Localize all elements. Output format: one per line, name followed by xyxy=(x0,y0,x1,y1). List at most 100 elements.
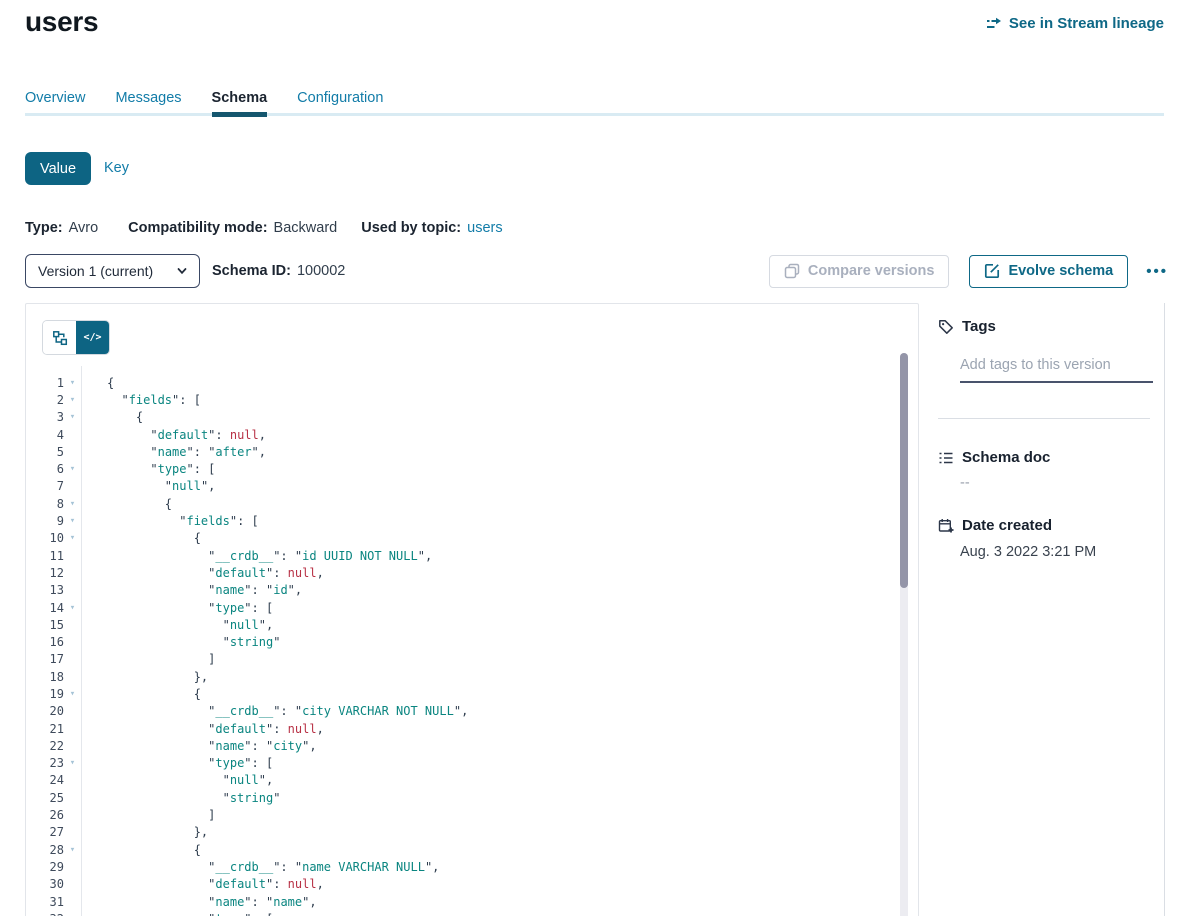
compatibility-label: Compatibility mode: xyxy=(128,220,267,236)
more-options-button[interactable]: ••• xyxy=(1142,263,1172,280)
tags-input[interactable] xyxy=(960,357,1153,383)
tab-configuration[interactable]: Configuration xyxy=(297,90,383,113)
code-text: "name": "name", xyxy=(81,895,317,909)
code-line: 13 "name": "id", xyxy=(26,582,898,599)
line-number: 8 xyxy=(26,497,64,511)
tab-schema[interactable]: Schema xyxy=(212,90,268,113)
code-text: { xyxy=(81,531,201,545)
code-text: { xyxy=(81,497,172,511)
line-number: 4 xyxy=(26,428,64,442)
code-text: }, xyxy=(81,825,208,839)
code-line: 30 "default": null, xyxy=(26,876,898,893)
tab-label: Overview xyxy=(25,90,85,106)
code-line: 3▾ { xyxy=(26,409,898,426)
code-text: "null", xyxy=(81,773,273,787)
calendar-plus-icon xyxy=(938,518,954,534)
code-line: 21 "default": null, xyxy=(26,720,898,737)
line-number: 22 xyxy=(26,739,64,753)
tag-icon xyxy=(938,319,954,335)
code-text: "default": null, xyxy=(81,722,324,736)
code-line: 5 "name": "after", xyxy=(26,443,898,460)
compare-versions-label: Compare versions xyxy=(808,263,935,279)
lineage-link-label: See in Stream lineage xyxy=(1009,15,1164,32)
schema-doc-value: -- xyxy=(960,475,970,491)
tab-label: Schema xyxy=(212,90,268,106)
fold-toggle-icon[interactable]: ▾ xyxy=(64,395,81,405)
used-by-topic-label: Used by topic: xyxy=(361,220,461,236)
code-text: { xyxy=(81,376,114,390)
code-line: 2▾ "fields": [ xyxy=(26,391,898,408)
line-number: 13 xyxy=(26,583,64,597)
editor-scrollbar[interactable] xyxy=(900,353,908,916)
code-line: 15 "null", xyxy=(26,616,898,633)
fold-toggle-icon[interactable]: ▾ xyxy=(64,845,81,855)
fold-toggle-icon[interactable]: ▾ xyxy=(64,499,81,509)
evolve-schema-button[interactable]: Evolve schema xyxy=(969,255,1128,288)
code-text: ] xyxy=(81,808,215,822)
code-line: 32▾ "type": [ xyxy=(26,910,898,916)
code-text: "__crdb__": "id UUID NOT NULL", xyxy=(81,549,432,563)
fold-toggle-icon[interactable]: ▾ xyxy=(64,516,81,526)
tab-label: Configuration xyxy=(297,90,383,106)
line-number: 14 xyxy=(26,601,64,615)
compare-versions-button[interactable]: Compare versions xyxy=(769,255,950,288)
see-in-stream-lineage-link[interactable]: See in Stream lineage xyxy=(986,15,1164,32)
code-text: "type": [ xyxy=(81,462,215,476)
line-number: 25 xyxy=(26,791,64,805)
code-line: 24 "null", xyxy=(26,772,898,789)
value-toggle-button[interactable]: Value xyxy=(25,152,91,185)
fold-toggle-icon[interactable]: ▾ xyxy=(64,603,81,613)
code-line: 18 }, xyxy=(26,668,898,685)
code-line: 29 "__crdb__": "name VARCHAR NULL", xyxy=(26,858,898,875)
code-text: "name": "after", xyxy=(81,445,266,459)
compare-versions-icon xyxy=(784,263,800,279)
type-label: Type: xyxy=(25,220,63,236)
editor-view-toggle: </> xyxy=(42,320,110,355)
line-number: 17 xyxy=(26,652,64,666)
tab-messages[interactable]: Messages xyxy=(115,90,181,113)
line-number: 10 xyxy=(26,531,64,545)
code-line: 14▾ "type": [ xyxy=(26,599,898,616)
code-text: "default": null, xyxy=(81,566,324,580)
schema-id-label: Schema ID: xyxy=(212,263,291,279)
scrollbar-thumb[interactable] xyxy=(900,353,908,588)
code-view-icon: </> xyxy=(83,332,101,343)
fold-toggle-icon[interactable]: ▾ xyxy=(64,758,81,768)
line-number: 15 xyxy=(26,618,64,632)
fold-toggle-icon[interactable]: ▾ xyxy=(64,464,81,474)
line-number: 27 xyxy=(26,825,64,839)
tab-overview[interactable]: Overview xyxy=(25,90,85,113)
line-number: 7 xyxy=(26,479,64,493)
code-text: { xyxy=(81,687,201,701)
line-number: 3 xyxy=(26,410,64,424)
line-number: 26 xyxy=(26,808,64,822)
code-view-button[interactable]: </> xyxy=(76,321,109,354)
code-text: "type": [ xyxy=(81,912,273,916)
line-number: 29 xyxy=(26,860,64,874)
tree-view-button[interactable] xyxy=(43,321,76,354)
code-line: 27 }, xyxy=(26,824,898,841)
code-text: "string" xyxy=(81,635,280,649)
line-number: 9 xyxy=(26,514,64,528)
key-toggle-button[interactable]: Key xyxy=(104,160,129,176)
version-select[interactable]: Version 1 (current) xyxy=(25,254,200,288)
fold-toggle-icon[interactable]: ▾ xyxy=(64,412,81,422)
line-number: 23 xyxy=(26,756,64,770)
schema-id: Schema ID: 100002 xyxy=(212,263,345,279)
code-text: }, xyxy=(81,670,208,684)
code-text: { xyxy=(81,843,201,857)
line-number: 32 xyxy=(26,912,64,916)
tags-title: Tags xyxy=(962,318,996,335)
page-title: users xyxy=(25,6,98,38)
topic-link[interactable]: users xyxy=(467,220,502,236)
tab-bar: Overview Messages Schema Configuration xyxy=(25,90,1164,116)
tags-section-header: Tags xyxy=(938,318,996,335)
schema-doc-title: Schema doc xyxy=(962,449,1050,466)
line-number: 2 xyxy=(26,393,64,407)
line-number: 1 xyxy=(26,376,64,390)
line-number: 24 xyxy=(26,773,64,787)
fold-toggle-icon[interactable]: ▾ xyxy=(64,689,81,699)
fold-toggle-icon[interactable]: ▾ xyxy=(64,533,81,543)
fold-toggle-icon[interactable]: ▾ xyxy=(64,378,81,388)
date-created-value: Aug. 3 2022 3:21 PM xyxy=(960,544,1096,560)
